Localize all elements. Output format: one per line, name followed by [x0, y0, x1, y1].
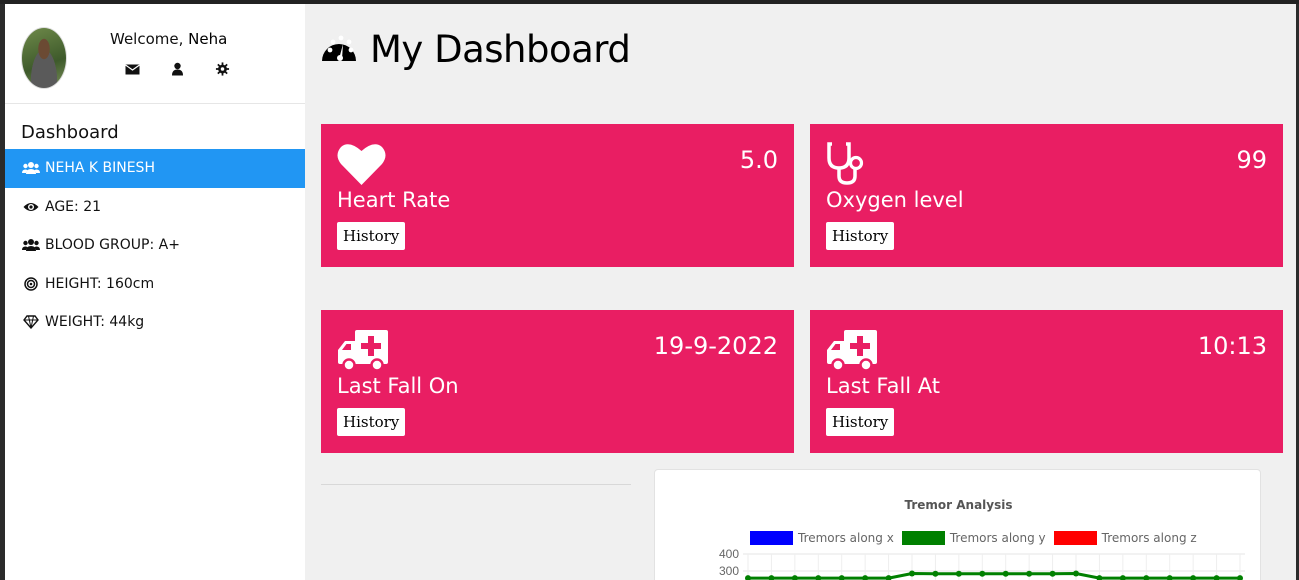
- sidebar-item-age[interactable]: AGE: 21: [5, 188, 305, 227]
- page-title: My Dashboard: [370, 28, 631, 71]
- data-point: [745, 575, 751, 580]
- data-point: [768, 575, 775, 580]
- data-point: [791, 575, 798, 580]
- welcome-prefix: Welcome,: [110, 30, 189, 48]
- tremor-chart: 400300: [719, 547, 1245, 580]
- heart-rate-label: Heart Rate: [337, 188, 451, 212]
- page-header: My Dashboard: [320, 28, 631, 71]
- profile-actions: [125, 61, 230, 76]
- sidebar-item-label: AGE: 21: [45, 198, 102, 215]
- data-point: [838, 575, 845, 580]
- last-fall-at-card: 10:13 Last Fall At History: [810, 310, 1283, 453]
- data-point: [955, 570, 962, 577]
- ambulance-icon: [826, 328, 878, 376]
- y-tick-label: 400: [719, 547, 739, 561]
- data-point: [932, 570, 939, 577]
- series-line-1: [748, 572, 1240, 580]
- bullseye-icon: [22, 276, 40, 292]
- last-fall-at-label: Last Fall At: [826, 374, 941, 398]
- data-point: [862, 575, 869, 580]
- welcome-text: Welcome, Neha: [110, 30, 227, 48]
- data-point: [1026, 570, 1033, 577]
- sidebar-item-label: HEIGHT: 160cm: [45, 275, 155, 292]
- data-point: [1049, 570, 1056, 577]
- sidebar-item-label: BLOOD GROUP: A+: [45, 237, 180, 254]
- stethoscope-icon: [826, 142, 866, 190]
- sidebar: Welcome, Neha Dashboard NEHA K BINESH AG…: [5, 4, 305, 580]
- data-point: [1096, 575, 1103, 580]
- data-point: [909, 570, 915, 577]
- oxygen-label: Oxygen level: [826, 188, 964, 212]
- gear-icon[interactable]: [215, 61, 230, 76]
- avatar[interactable]: [21, 27, 67, 89]
- last-fall-at-history-button[interactable]: History: [826, 408, 895, 436]
- data-point: [1166, 575, 1173, 580]
- last-fall-on-card: 19-9-2022 Last Fall On History: [321, 310, 794, 453]
- y-tick-label: 300: [719, 564, 739, 578]
- oxygen-history-button[interactable]: History: [826, 222, 895, 250]
- heart-icon: [337, 142, 386, 190]
- last-fall-time-value: 10:13: [1197, 332, 1267, 360]
- envelope-icon[interactable]: [125, 61, 140, 75]
- heart-rate-card: 5.0 Heart Rate History: [321, 124, 794, 267]
- data-point: [1237, 575, 1243, 580]
- sidebar-menu: NEHA K BINESH AGE: 21 BLOOD GROUP: A+ HE…: [5, 149, 305, 342]
- data-point: [1190, 575, 1197, 580]
- last-fall-on-label: Last Fall On: [337, 374, 459, 398]
- oxygen-value: 99: [1236, 146, 1267, 174]
- sidebar-item-label: WEIGHT: 44kg: [45, 314, 145, 331]
- last-fall-on-history-button[interactable]: History: [337, 408, 406, 436]
- sidebar-item-weight[interactable]: WEIGHT: 44kg: [5, 303, 305, 342]
- data-point: [1213, 575, 1220, 580]
- data-point: [1002, 570, 1009, 577]
- section-divider: [321, 484, 631, 485]
- sidebar-item-height[interactable]: HEIGHT: 160cm: [5, 265, 305, 304]
- ambulance-icon: [337, 328, 389, 376]
- users-icon: [22, 237, 40, 253]
- data-point: [1119, 575, 1126, 580]
- heart-rate-history-button[interactable]: History: [337, 222, 406, 250]
- user-icon[interactable]: [170, 61, 185, 76]
- heart-rate-value: 5.0: [739, 146, 778, 174]
- sidebar-item-name[interactable]: NEHA K BINESH: [5, 149, 305, 188]
- data-point: [885, 575, 892, 580]
- diamond-icon: [22, 314, 40, 330]
- sidebar-title: Dashboard: [21, 122, 119, 143]
- sidebar-item-blood-group[interactable]: BLOOD GROUP: A+: [5, 226, 305, 265]
- eye-icon: [22, 199, 40, 215]
- dashboard-gauge-icon: [320, 31, 358, 69]
- data-point: [979, 570, 986, 577]
- data-point: [1073, 570, 1079, 577]
- users-icon: [22, 160, 40, 176]
- tremor-chart-panel: Tremor Analysis Tremors along x Tremors …: [654, 469, 1261, 580]
- username: Neha: [188, 30, 228, 48]
- last-fall-date-value: 19-9-2022: [653, 332, 778, 360]
- oxygen-card: 99 Oxygen level History: [810, 124, 1283, 267]
- sidebar-item-label: NEHA K BINESH: [45, 160, 155, 177]
- data-point: [1143, 575, 1150, 580]
- data-point: [815, 575, 822, 580]
- sidebar-divider: [5, 103, 305, 104]
